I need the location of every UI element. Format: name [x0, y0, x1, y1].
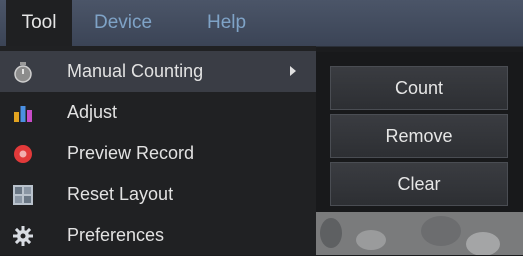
menu-item-label: Manual Counting — [67, 61, 204, 81]
clear-button[interactable]: Clear — [330, 162, 508, 206]
menu-bar: Tool Device Help — [0, 0, 523, 47]
submenu-arrow-icon — [290, 66, 296, 76]
adjust-icon — [12, 102, 34, 124]
preview-texture — [421, 216, 461, 246]
menu-item-label: Preferences — [67, 225, 165, 245]
menu-item-preferences[interactable]: Preferences — [0, 215, 316, 256]
menu-item-label: Adjust — [67, 102, 118, 122]
count-button[interactable]: Count — [330, 66, 508, 110]
stopwatch-icon — [12, 61, 34, 83]
record-icon — [12, 143, 34, 165]
reset-layout-icon — [12, 184, 34, 206]
preview-texture — [356, 230, 386, 250]
menu-item-reset-layout[interactable]: Reset Layout — [0, 174, 316, 215]
menu-device[interactable]: Device — [94, 0, 152, 46]
remove-button[interactable]: Remove — [330, 114, 508, 158]
menu-tool[interactable]: Tool — [6, 0, 72, 46]
preview-texture — [320, 218, 342, 248]
manual-counting-submenu: Count Remove Clear — [316, 52, 523, 212]
menu-help[interactable]: Help — [207, 0, 246, 46]
menu-item-label: Preview Record — [67, 143, 195, 163]
gear-icon — [12, 225, 34, 247]
menu-item-preview-record[interactable]: Preview Record — [0, 133, 316, 174]
tool-dropdown: Manual Counting Adjust Preview Record Re… — [0, 46, 316, 255]
menu-item-adjust[interactable]: Adjust — [0, 92, 316, 133]
preview-texture — [466, 232, 500, 255]
menu-item-label: Reset Layout — [67, 184, 174, 204]
image-preview — [316, 212, 523, 255]
menu-item-manual-counting[interactable]: Manual Counting — [0, 51, 316, 92]
